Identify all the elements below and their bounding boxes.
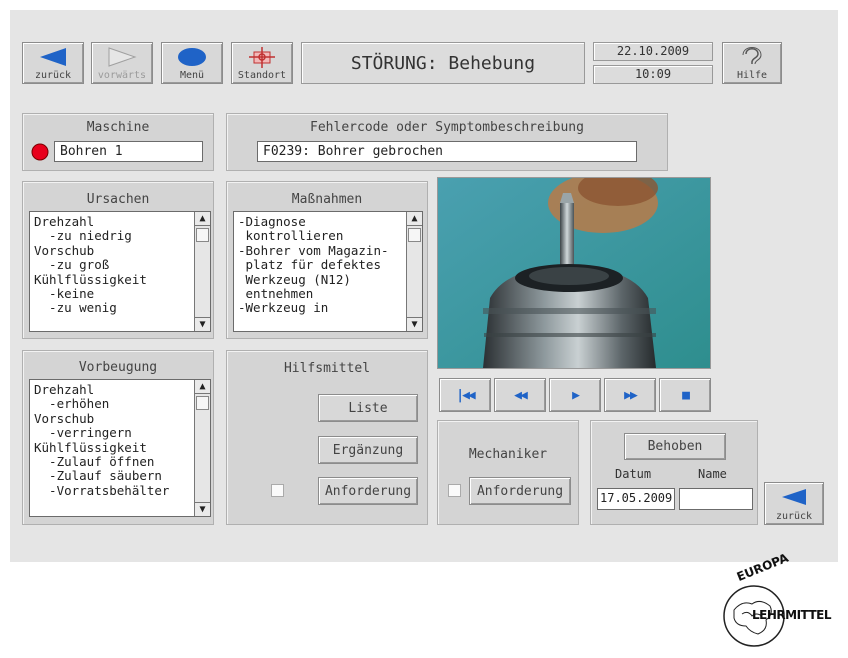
causes-scrollbar[interactable]: ▲ ▼ (194, 212, 210, 331)
aids-panel-title: Hilfsmittel (283, 361, 371, 376)
logo-text-bottom: LEHRMITTEL (752, 608, 832, 622)
menu-icon (178, 47, 206, 66)
fast-forward-button[interactable]: ▶▶ (604, 378, 656, 412)
scroll-up-icon[interactable]: ▲ (195, 212, 210, 226)
mechanic-request-button[interactable]: Anforderung (469, 477, 571, 505)
back-button[interactable]: zurück (22, 42, 84, 84)
menu-button-label: Menü (179, 70, 205, 81)
back-button-label: zurück (34, 70, 72, 81)
page-title: STÖRUNG: Behebung (301, 42, 585, 84)
measures-list-text: -Diagnose kontrollieren -Bohrer vom Maga… (238, 214, 389, 316)
time-display: 10:09 (593, 65, 713, 84)
rewind-icon: ◀◀ (514, 387, 528, 403)
fast-forward-icon: ▶▶ (624, 387, 638, 403)
skip-to-start-icon: |◀◀ (456, 387, 476, 403)
menu-button[interactable]: Menü (161, 42, 223, 84)
fault-panel: Fehlercode oder Symptombeschreibung F023… (226, 113, 668, 171)
causes-panel: Ursachen Drehzahl -zu niedrig Vorschub -… (22, 181, 214, 339)
prevention-scrollbar[interactable]: ▲ ▼ (194, 380, 210, 516)
mechanic-panel: Mechaniker Anforderung (437, 420, 579, 525)
forward-arrow-icon (108, 46, 137, 67)
machine-field[interactable]: Bohren 1 (54, 141, 203, 162)
play-icon: ▶ (572, 387, 580, 403)
date-label: Datum (615, 467, 652, 481)
fault-panel-title: Fehlercode oder Symptombeschreibung (310, 120, 584, 135)
resolved-button[interactable]: Behoben (624, 433, 726, 460)
prevention-list-text: Drehzahl -erhöhen Vorschub -verringern K… (34, 382, 170, 498)
forward-button-label: vorwärts (97, 70, 147, 81)
rewind-button[interactable]: ◀◀ (494, 378, 546, 412)
fault-code-field[interactable]: F0239: Bohrer gebrochen (257, 141, 637, 162)
resolved-back-button[interactable]: zurück (764, 482, 824, 525)
scroll-thumb[interactable] (408, 228, 421, 242)
skip-to-start-button[interactable]: |◀◀ (439, 378, 491, 412)
prevention-panel: Vorbeugung Drehzahl -erhöhen Vorschub -v… (22, 350, 214, 525)
scroll-up-icon[interactable]: ▲ (195, 380, 210, 394)
measures-panel: Maßnahmen -Diagnose kontrollieren -Bohre… (226, 181, 428, 339)
scroll-down-icon[interactable]: ▼ (195, 502, 210, 516)
machine-status-indicator-icon (31, 143, 49, 161)
prevention-list[interactable]: Drehzahl -erhöhen Vorschub -verringern K… (29, 379, 211, 517)
prevention-panel-title: Vorbeugung (78, 360, 158, 375)
resolved-panel: Behoben Datum Name 17.05.2009 (590, 420, 758, 525)
resolved-date-field[interactable]: 17.05.2009 (597, 488, 675, 510)
location-crosshair-icon (249, 46, 275, 68)
mechanic-request-checkbox[interactable] (448, 484, 461, 497)
resolved-name-field[interactable] (679, 488, 753, 510)
machine-panel: Maschine Bohren 1 (22, 113, 214, 171)
measures-scrollbar[interactable]: ▲ ▼ (406, 212, 422, 331)
forward-button[interactable]: vorwärts (91, 42, 153, 84)
causes-list-text: Drehzahl -zu niedrig Vorschub -zu groß K… (34, 214, 147, 316)
measures-panel-title: Maßnahmen (291, 192, 363, 207)
scroll-up-icon[interactable]: ▲ (407, 212, 422, 226)
resolved-back-label: zurück (775, 511, 813, 522)
location-button[interactable]: Standort (231, 42, 293, 84)
machine-panel-title: Maschine (86, 120, 150, 135)
help-question-icon (742, 46, 762, 64)
europa-lehrmittel-logo: EUROPA LEHRMITTEL (712, 551, 842, 654)
play-button[interactable]: ▶ (549, 378, 601, 412)
causes-list[interactable]: Drehzahl -zu niedrig Vorschub -zu groß K… (29, 211, 211, 332)
help-button-label: Hilfe (736, 70, 768, 81)
scroll-thumb[interactable] (196, 396, 209, 410)
scroll-thumb[interactable] (196, 228, 209, 242)
measures-list[interactable]: -Diagnose kontrollieren -Bohrer vom Maga… (233, 211, 423, 332)
aids-panel: Hilfsmittel Liste Ergänzung Anforderung (226, 350, 428, 525)
stop-button[interactable]: ■ (659, 378, 711, 412)
aids-request-checkbox[interactable] (271, 484, 284, 497)
list-button[interactable]: Liste (318, 394, 418, 422)
location-button-label: Standort (237, 70, 287, 81)
help-button[interactable]: Hilfe (722, 42, 782, 84)
causes-panel-title: Ursachen (86, 192, 150, 207)
video-frame (437, 177, 711, 369)
back-arrow-icon (40, 47, 66, 66)
supplement-button[interactable]: Ergänzung (318, 436, 418, 464)
name-label: Name (698, 467, 727, 481)
aids-request-button[interactable]: Anforderung (318, 477, 418, 505)
mechanic-panel-title: Mechaniker (468, 447, 548, 462)
stop-icon: ■ (682, 387, 690, 403)
back-arrow-icon (782, 489, 806, 505)
drill-video-image (438, 178, 710, 368)
scroll-down-icon[interactable]: ▼ (195, 317, 210, 331)
scroll-down-icon[interactable]: ▼ (407, 317, 422, 331)
date-display: 22.10.2009 (593, 42, 713, 61)
